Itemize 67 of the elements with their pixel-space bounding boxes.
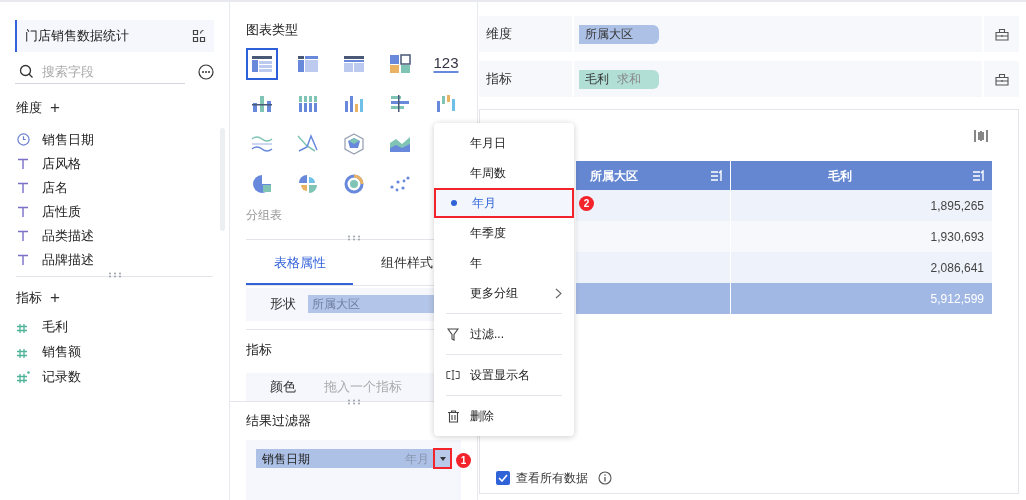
text-type-icon — [17, 229, 29, 242]
field-item[interactable]: 销售额 — [42, 342, 81, 362]
shelf-label: 指标 — [486, 70, 512, 89]
field-label: 形状 — [270, 295, 296, 314]
rename-icon — [446, 369, 460, 381]
field-item[interactable]: 店风格 — [42, 153, 81, 174]
checkbox[interactable] — [496, 471, 510, 485]
chart-type-button[interactable] — [246, 47, 278, 80]
section-title: 图表类型 — [246, 21, 299, 39]
table-cell: 2,086,641 — [731, 252, 992, 283]
more-icon[interactable] — [198, 64, 214, 80]
text-type-icon — [17, 205, 29, 218]
menu-item[interactable]: 过滤... — [434, 319, 574, 349]
menu-item[interactable]: 年季度 — [434, 218, 574, 248]
menu-item[interactable]: 年月日 — [434, 128, 574, 158]
add-button[interactable]: + — [50, 99, 60, 117]
menu-item[interactable]: 设置显示名 — [434, 360, 574, 390]
field-item[interactable]: 店名 — [42, 177, 68, 198]
field-item[interactable]: 毛利 — [42, 317, 68, 337]
field-item[interactable]: 品牌描述 — [42, 249, 94, 270]
text-type-icon — [17, 181, 29, 194]
hash-icon — [16, 370, 30, 384]
chart-type-name: 分组表 — [246, 206, 283, 224]
section-title: 维度 — [16, 99, 42, 117]
table-cell: 1,930,693 — [731, 221, 992, 252]
columns-icon[interactable] — [974, 128, 988, 143]
column-header[interactable]: 所属大区 — [576, 161, 731, 190]
trash-icon — [446, 409, 460, 423]
step-badge: 1 — [456, 452, 471, 468]
field-item[interactable]: 品类描述 — [42, 225, 94, 246]
tab[interactable]: 表格属性 — [246, 252, 353, 285]
table-cell: 1,895,265 — [731, 190, 992, 221]
shelf-label: 维度 — [486, 25, 512, 44]
menu-item[interactable]: 年周数 — [434, 158, 574, 188]
search-field[interactable]: 搜索字段 — [42, 61, 162, 82]
search-icon — [19, 64, 34, 79]
clock-icon — [16, 133, 30, 146]
field-item[interactable]: 店性质 — [42, 201, 81, 222]
checkbox-label: 查看所有数据 — [516, 470, 588, 487]
switch-icon[interactable] — [192, 29, 206, 43]
menu-item[interactable]: 年 — [434, 248, 574, 278]
field-item[interactable]: 记录数 — [42, 367, 81, 387]
text-type-icon — [17, 253, 29, 266]
drag-handle-icon[interactable] — [346, 234, 361, 241]
sort-icon[interactable] — [710, 169, 724, 182]
section-title: 指标 — [246, 340, 273, 359]
add-button[interactable]: + — [50, 288, 60, 306]
text-type-icon — [17, 157, 29, 170]
dataset-title-bar[interactable]: 门店销售数据统计 — [15, 20, 214, 52]
field-chip[interactable]: 所属大区 — [579, 24, 659, 44]
menu-item[interactable]: 删除 — [434, 401, 574, 431]
field-label: 颜色 — [270, 378, 296, 397]
field-chip[interactable]: 毛利 求和 — [579, 69, 659, 89]
drag-handle-icon[interactable] — [107, 271, 122, 278]
filter-icon — [447, 327, 459, 341]
caret-icon — [439, 456, 446, 461]
chart-type-option[interactable]: 123 — [430, 47, 462, 80]
info-icon[interactable] — [598, 471, 612, 485]
drag-handle-icon[interactable] — [346, 398, 361, 405]
field-item[interactable]: 销售日期 — [42, 129, 94, 150]
total-cell: 5,912,599 — [731, 283, 992, 314]
sort-icon[interactable] — [972, 169, 986, 182]
dropdown-caret-button[interactable] — [433, 448, 452, 470]
section-title: 结果过滤器 — [246, 411, 311, 430]
section-title: 指标 — [16, 288, 42, 307]
column-header[interactable]: 毛利 — [731, 161, 992, 190]
check-icon — [498, 474, 508, 482]
